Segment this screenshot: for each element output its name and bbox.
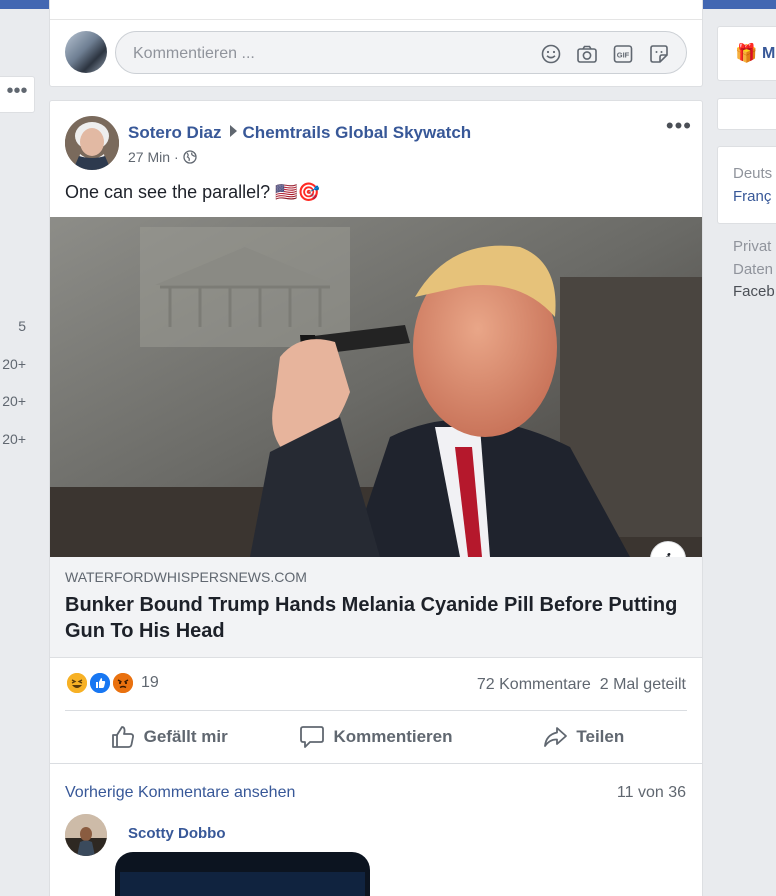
language-french[interactable]: Franç bbox=[733, 188, 771, 205]
comment-button[interactable]: Kommentieren bbox=[272, 712, 479, 762]
link-preview-meta[interactable]: WATERFORDWHISPERSNEWS.COM Bunker Bound T… bbox=[50, 557, 702, 658]
sticker-icon[interactable] bbox=[648, 43, 670, 65]
gift-label[interactable]: M bbox=[762, 45, 775, 63]
like-label: Gefällt mir bbox=[143, 727, 228, 746]
divider bbox=[65, 710, 687, 711]
footer-link-facebook[interactable]: Faceb bbox=[733, 283, 775, 300]
more-icon: ••• bbox=[6, 79, 28, 102]
comment-image[interactable] bbox=[115, 852, 370, 896]
reaction-count[interactable]: 19 bbox=[141, 674, 159, 692]
share-label: Teilen bbox=[576, 727, 625, 746]
previous-comments-link[interactable]: Vorherige Kommentare ansehen bbox=[65, 784, 295, 802]
camera-icon[interactable] bbox=[576, 43, 598, 65]
like-reaction-icon bbox=[88, 671, 112, 695]
comments-section: Vorherige Kommentare ansehen 11 von 36 S… bbox=[50, 763, 702, 896]
comments-pagination: 11 von 36 bbox=[616, 784, 686, 801]
share-arrow-icon bbox=[544, 727, 568, 747]
left-count-4: 20+ bbox=[2, 431, 26, 447]
like-button[interactable]: Gefällt mir bbox=[65, 712, 272, 762]
footer-link-data[interactable]: Daten bbox=[733, 261, 773, 278]
post-options-button[interactable]: ••• bbox=[666, 115, 692, 137]
commenter-avatar[interactable] bbox=[65, 814, 107, 856]
left-count-2: 20+ bbox=[2, 356, 26, 372]
post-text: One can see the parallel? 🇺🇸🎯 bbox=[65, 182, 320, 202]
post-stats: 72 Kommentare 2 Mal geteilt bbox=[477, 676, 686, 694]
comment-input[interactable]: Kommentieren ... GIF bbox=[115, 31, 687, 74]
shares-count-link[interactable]: 2 Mal geteilt bbox=[600, 676, 686, 693]
shared-to-arrow-icon bbox=[229, 125, 237, 137]
footer-link-privacy[interactable]: Privat bbox=[733, 238, 771, 255]
birthdays-card[interactable]: 🎁 M bbox=[717, 26, 776, 81]
angry-reaction-icon bbox=[111, 671, 135, 695]
emoji-icon[interactable] bbox=[540, 43, 562, 65]
left-count-1: 5 bbox=[18, 318, 26, 334]
group-name[interactable]: Chemtrails Global Skywatch bbox=[243, 123, 472, 142]
author-name[interactable]: Sotero Diaz bbox=[128, 123, 222, 142]
meta-dot: · bbox=[174, 149, 179, 165]
post-meta: 27 Min · bbox=[128, 149, 197, 165]
post-actions: Gefällt mir Kommentieren Teilen bbox=[65, 712, 687, 762]
language-german[interactable]: Deuts bbox=[733, 165, 772, 182]
share-button[interactable]: Teilen bbox=[480, 712, 687, 762]
post-header-title: Sotero Diaz Chemtrails Global Skywatch bbox=[128, 123, 471, 143]
link-title[interactable]: Bunker Bound Trump Hands Melania Cyanide… bbox=[65, 592, 685, 644]
reactions-summary[interactable]: 19 bbox=[65, 671, 159, 695]
post-card: Sotero Diaz Chemtrails Global Skywatch 27… bbox=[49, 100, 703, 896]
language-card bbox=[717, 146, 776, 224]
composer-icons: GIF bbox=[540, 43, 670, 65]
comments-count-link[interactable]: 72 Kommentare bbox=[477, 676, 591, 693]
comment-label: Kommentieren bbox=[333, 727, 453, 746]
speech-bubble-icon bbox=[300, 726, 325, 748]
my-avatar[interactable] bbox=[65, 31, 107, 73]
link-preview-image[interactable] bbox=[50, 217, 702, 557]
post-time[interactable]: 27 Min bbox=[128, 149, 170, 165]
commenter-name[interactable]: Scotty Dobbo bbox=[128, 825, 226, 842]
thumbs-up-icon bbox=[111, 726, 134, 748]
svg-text:GIF: GIF bbox=[617, 51, 630, 60]
left-count-3: 20+ bbox=[2, 393, 26, 409]
gift-icon: 🎁 bbox=[735, 43, 758, 63]
previous-post-comment-composer: Kommentieren ... GIF bbox=[49, 0, 703, 87]
right-empty-card bbox=[717, 98, 776, 130]
globe-icon bbox=[183, 150, 197, 164]
comment-placeholder: Kommentieren ... bbox=[133, 45, 255, 62]
link-domain: WATERFORDWHISPERSNEWS.COM bbox=[65, 569, 307, 585]
author-avatar[interactable] bbox=[65, 116, 119, 170]
gif-icon[interactable]: GIF bbox=[612, 43, 634, 65]
divider bbox=[50, 19, 702, 20]
left-more-button[interactable]: ••• bbox=[0, 76, 35, 113]
haha-reaction-icon bbox=[65, 671, 89, 695]
